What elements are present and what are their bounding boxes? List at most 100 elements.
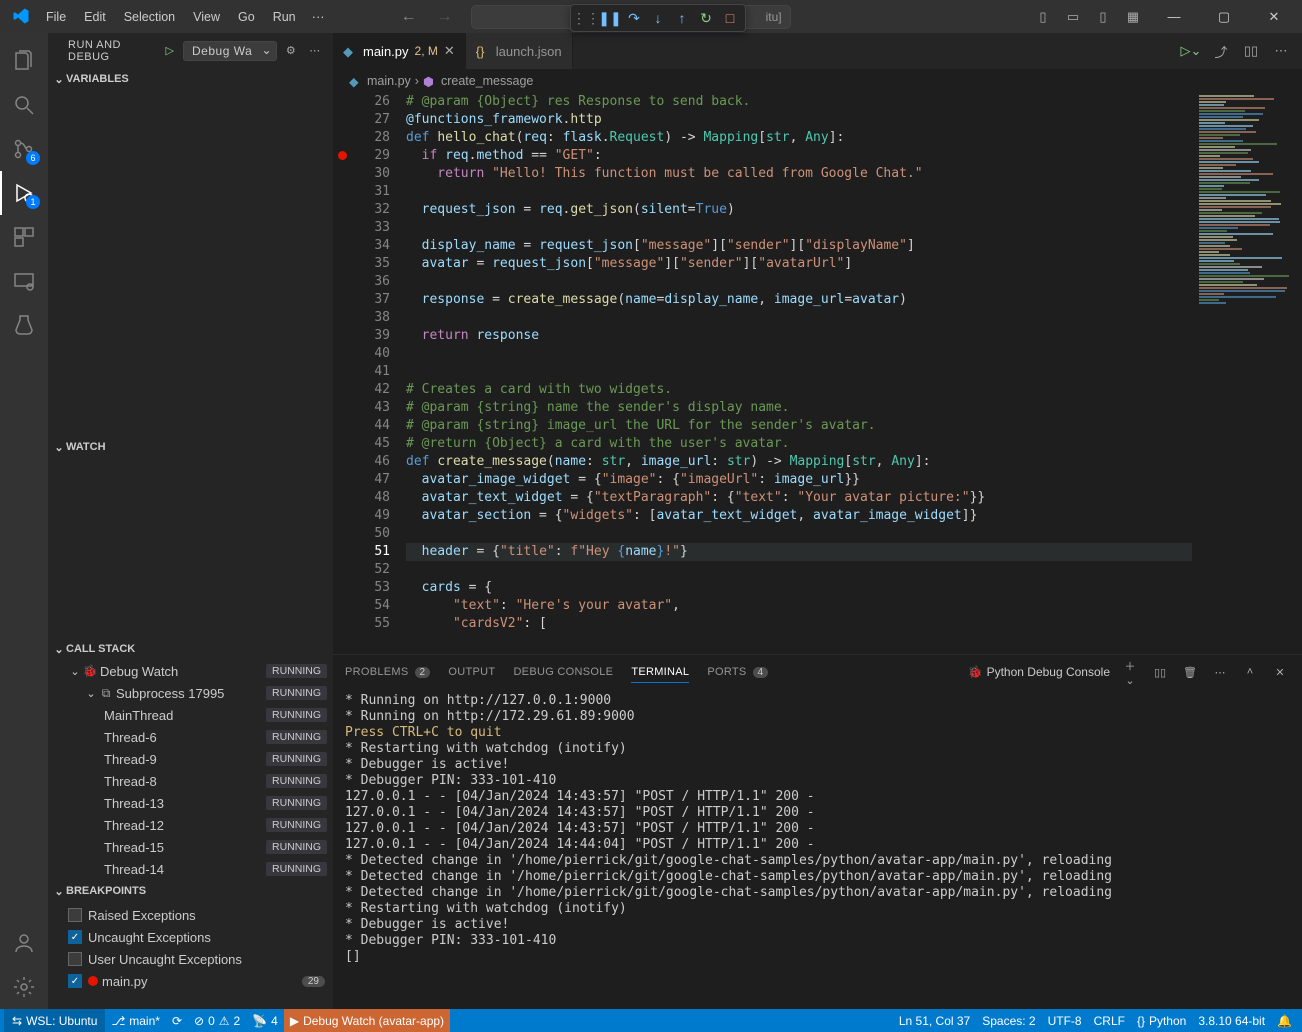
- menu-overflow-icon[interactable]: ···: [304, 5, 333, 28]
- more-icon[interactable]: ⋯: [305, 44, 325, 57]
- panel-tab-debug-console[interactable]: DEBUG CONSOLE: [513, 662, 613, 682]
- toggle-panel-right-icon[interactable]: ▯: [1090, 6, 1116, 28]
- ports-status[interactable]: 📡4: [246, 1009, 284, 1032]
- close-panel-icon[interactable]: ✕: [1270, 666, 1290, 679]
- callstack-row[interactable]: Thread-8RUNNING: [48, 770, 333, 792]
- callstack-row[interactable]: Thread-13RUNNING: [48, 792, 333, 814]
- settings-icon[interactable]: [0, 965, 48, 1009]
- minimize-icon[interactable]: ―: [1152, 0, 1196, 33]
- problems-status[interactable]: ⊘0 ⚠2: [188, 1009, 246, 1032]
- maximize-icon[interactable]: ▢: [1202, 0, 1246, 33]
- breakpoints-header[interactable]: ⌄BREAKPOINTS: [48, 880, 333, 902]
- terminal-output[interactable]: * Running on http://127.0.0.1:9000 * Run…: [333, 689, 1302, 1009]
- cursor-position[interactable]: Ln 51, Col 37: [893, 1009, 976, 1032]
- git-branch[interactable]: ⎇main*: [105, 1009, 166, 1032]
- checkbox[interactable]: [68, 952, 82, 966]
- editor-tab[interactable]: ◆main.py2, M✕: [333, 33, 466, 69]
- notifications-icon[interactable]: 🔔: [1271, 1009, 1298, 1032]
- sync-icon[interactable]: ⟳: [166, 1009, 188, 1032]
- panel-more-icon[interactable]: ⋯: [1210, 666, 1230, 679]
- split-icon[interactable]: ▯▯: [1240, 40, 1262, 62]
- step-out-icon[interactable]: ↑: [671, 7, 693, 29]
- menu-view[interactable]: View: [185, 6, 228, 28]
- breadcrumbs[interactable]: ◆ main.py › ⬢ create_message: [333, 69, 1302, 93]
- nav-back-icon[interactable]: ←: [393, 4, 425, 30]
- maximize-panel-icon[interactable]: ˄: [1240, 666, 1260, 678]
- run-debug-icon[interactable]: 1: [0, 171, 48, 215]
- breakpoint-row[interactable]: Raised Exceptions: [48, 904, 333, 926]
- kill-terminal-icon[interactable]: 🗑: [1180, 666, 1200, 679]
- run-file-icon[interactable]: ▷⌄: [1180, 40, 1202, 62]
- watch-header[interactable]: ⌄WATCH: [48, 436, 333, 458]
- menu-edit[interactable]: Edit: [76, 6, 114, 28]
- test-icon[interactable]: [0, 303, 48, 347]
- panel: PROBLEMS2 OUTPUT DEBUG CONSOLE TERMINAL PORT…: [333, 654, 1302, 1009]
- titlebar: FileEditSelectionViewGoRun ··· ← → itu] …: [0, 0, 1302, 33]
- remote-explorer-icon[interactable]: [0, 259, 48, 303]
- callstack-row[interactable]: Thread-6RUNNING: [48, 726, 333, 748]
- drag-grip-icon[interactable]: ⋮⋮: [575, 7, 597, 29]
- debug-alt-icon[interactable]: ⤴: [1210, 40, 1232, 62]
- menu-run[interactable]: Run: [265, 6, 304, 28]
- accounts-icon[interactable]: [0, 921, 48, 965]
- menu-file[interactable]: File: [38, 6, 74, 28]
- start-debug-icon[interactable]: ▷: [161, 42, 179, 60]
- split-terminal-icon[interactable]: ▯▯: [1150, 666, 1170, 679]
- callstack-row[interactable]: MainThreadRUNNING: [48, 704, 333, 726]
- panel-tab-ports[interactable]: PORTS4: [707, 662, 768, 682]
- variables-header[interactable]: ⌄VARIABLES: [48, 68, 333, 90]
- debug-toolbar[interactable]: ⋮⋮ ❚❚ ↷ ↓ ↑ ↻ □: [570, 4, 746, 32]
- explorer-icon[interactable]: [0, 39, 48, 83]
- step-over-icon[interactable]: ↷: [623, 7, 645, 29]
- breakpoint-row[interactable]: User Uncaught Exceptions: [48, 948, 333, 970]
- python-env[interactable]: 3.8.10 64-bit: [1192, 1009, 1271, 1032]
- step-into-icon[interactable]: ↓: [647, 7, 669, 29]
- pause-icon[interactable]: ❚❚: [599, 7, 621, 29]
- breakpoint-row[interactable]: ✓main.py29: [48, 970, 333, 992]
- menu-selection[interactable]: Selection: [116, 6, 183, 28]
- checkbox[interactable]: ✓: [68, 974, 82, 988]
- more-actions-icon[interactable]: ⋯: [1270, 40, 1292, 62]
- checkbox[interactable]: [68, 908, 82, 922]
- encoding-status[interactable]: UTF-8: [1042, 1009, 1088, 1032]
- gear-icon[interactable]: ⚙: [281, 44, 301, 57]
- indent-status[interactable]: Spaces: 2: [976, 1009, 1041, 1032]
- scm-icon[interactable]: 6: [0, 127, 48, 171]
- callstack-header[interactable]: ⌄CALL STACK: [48, 638, 333, 660]
- debug-target[interactable]: ▶Debug Watch (avatar-app): [284, 1009, 450, 1032]
- debug-config-dropdown[interactable]: Debug Wa: [183, 41, 277, 61]
- editor-tab[interactable]: {}launch.json: [466, 33, 573, 69]
- stop-icon[interactable]: □: [719, 7, 741, 29]
- callstack-row[interactable]: Thread-12RUNNING: [48, 814, 333, 836]
- callstack-row[interactable]: Thread-15RUNNING: [48, 836, 333, 858]
- checkbox[interactable]: ✓: [68, 930, 82, 944]
- breakpoint-row[interactable]: ✓Uncaught Exceptions: [48, 926, 333, 948]
- panel-tab-terminal[interactable]: TERMINAL: [631, 662, 689, 683]
- restart-icon[interactable]: ↻: [695, 7, 717, 29]
- panel-tab-output[interactable]: OUTPUT: [448, 662, 495, 682]
- close-tab-icon[interactable]: ✕: [444, 43, 455, 59]
- panel-tab-problems[interactable]: PROBLEMS2: [345, 662, 430, 682]
- debug-sidebar: RUN AND DEBUG ▷ Debug Wa ⚙ ⋯ ⌄VARIABLES …: [48, 33, 333, 1009]
- callstack-row[interactable]: Thread-9RUNNING: [48, 748, 333, 770]
- menu-go[interactable]: Go: [230, 6, 263, 28]
- new-terminal-icon[interactable]: ＋⌄: [1120, 658, 1140, 687]
- minimap[interactable]: [1192, 93, 1302, 654]
- search-icon[interactable]: [0, 83, 48, 127]
- language-status[interactable]: {}Python: [1131, 1009, 1192, 1032]
- close-icon[interactable]: ✕: [1252, 0, 1296, 33]
- code-editor[interactable]: 2627282930313233343536373839404142434445…: [333, 93, 1192, 654]
- eol-status[interactable]: CRLF: [1088, 1009, 1131, 1032]
- layout-custom-icon[interactable]: ▦: [1120, 6, 1146, 28]
- extensions-icon[interactable]: [0, 215, 48, 259]
- toggle-panel-bottom-icon[interactable]: ▭: [1060, 6, 1086, 28]
- remote-indicator[interactable]: ⇆WSL: Ubuntu: [4, 1009, 105, 1032]
- terminal-profile-dropdown[interactable]: 🐞Python Debug Console: [968, 665, 1110, 679]
- callstack-row[interactable]: Thread-14RUNNING: [48, 858, 333, 880]
- remote-icon: ⇆: [12, 1014, 22, 1028]
- callstack-row[interactable]: ⌄🐞Debug WatchRUNNING: [48, 660, 333, 682]
- editor-area: ◆main.py2, M✕{}launch.json ▷⌄ ⤴ ▯▯ ⋯ ◆ m…: [333, 33, 1302, 1009]
- toggle-panel-left-icon[interactable]: ▯: [1030, 6, 1056, 28]
- brackets-icon: {}: [1137, 1014, 1145, 1028]
- callstack-row[interactable]: ⌄⧉Subprocess 17995RUNNING: [48, 682, 333, 704]
